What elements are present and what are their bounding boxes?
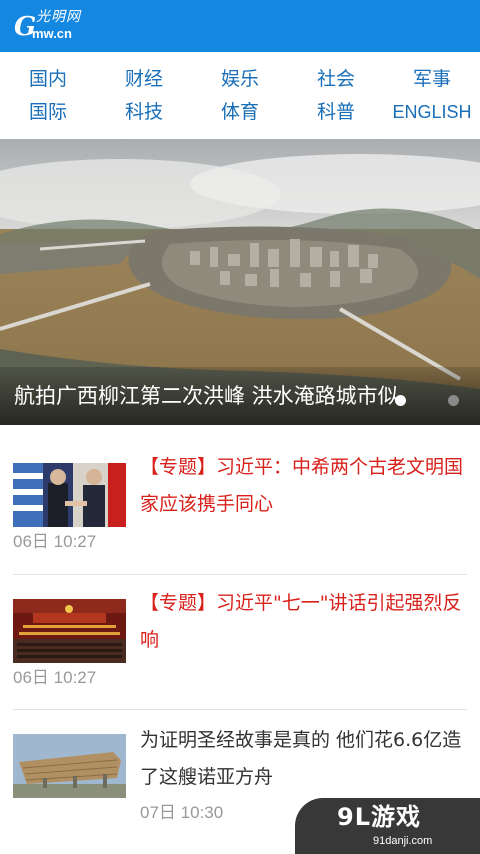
watermark-domain: 91danji.com [373,835,433,847]
topic-tag: 【专题】 [140,592,217,614]
photo-leaders-handshake-icon [13,463,126,527]
nav-item-military[interactable]: 军事 [384,63,480,95]
news-title[interactable]: 为证明圣经故事是真的 他们花6.6亿造了这艘诺亚方舟 [140,722,466,796]
nav-item-tech[interactable]: 科技 [96,96,192,128]
nav-item-society[interactable]: 社会 [288,63,384,95]
nav-item-international[interactable]: 国际 [0,96,96,128]
nav-item-entertainment[interactable]: 娱乐 [192,63,288,95]
nav-item-science[interactable]: 科普 [288,96,384,128]
nav-item-english[interactable]: ENGLISH [384,96,480,128]
logo-cn-mark: 光明网 [36,9,81,25]
photo-conference-hall-icon [13,599,126,663]
site-watermark: 9L游戏 91danji.com [295,798,480,854]
news-title[interactable]: 【专题】习近平"七一"讲话引起强烈反响 [140,585,466,659]
news-time: 06日 10:27 [13,668,97,687]
category-nav: 国内 财经 娱乐 社会 军事 国际 科技 体育 科普 ENGLISH [0,52,480,139]
news-time: 07日 10:30 [140,803,224,822]
hero-carousel[interactable]: 航拍广西柳江第二次洪峰 洪水淹路城市似 [0,139,480,425]
photo-wooden-ark-icon [13,734,126,798]
nav-item-sports[interactable]: 体育 [192,96,288,128]
news-list-item[interactable]: 【专题】习近平：中希两个古老文明国家应该携手同心 06日 10:27 [0,439,480,575]
news-title[interactable]: 【专题】习近平：中希两个古老文明国家应该携手同心 [140,449,466,523]
nav-item-domestic[interactable]: 国内 [0,63,96,95]
site-logo[interactable]: G 光明网 mw.cn [14,8,94,46]
top-bar: G 光明网 mw.cn [0,0,480,52]
carousel-dot[interactable] [448,395,459,406]
logo-domain: mw.cn [32,26,72,41]
carousel-dot-active[interactable] [395,395,406,406]
news-headline: 为证明圣经故事是真的 他们花6.6亿造了这艘诺亚方舟 [140,729,462,788]
news-list-item[interactable]: 【专题】习近平"七一"讲话引起强烈反响 06日 10:27 [0,575,480,711]
news-time: 06日 10:27 [13,532,97,551]
watermark-logo-text: 9L游戏 [337,803,421,831]
topic-tag: 【专题】 [140,456,217,478]
nav-item-finance[interactable]: 财经 [96,63,192,95]
hero-caption-bar: 航拍广西柳江第二次洪峰 洪水淹路城市似 [0,367,480,425]
